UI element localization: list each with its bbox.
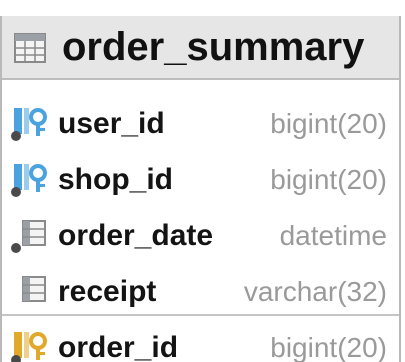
column-name: order_id — [58, 331, 179, 362]
indexed-column-icon — [10, 218, 50, 254]
column-name: receipt — [58, 275, 157, 308]
column-name: user_id — [58, 107, 165, 140]
column-row-receipt[interactable]: receipt varchar(32) — [2, 264, 399, 320]
canvas-margin — [0, 0, 405, 16]
column-type: bigint(20) — [270, 332, 387, 362]
column-row-shop-id[interactable]: shop_id bigint(20) — [2, 152, 399, 208]
table-title: order_summary — [62, 25, 365, 69]
column-type: datetime — [279, 220, 387, 251]
column-row-user-id[interactable]: user_id bigint(20) — [2, 96, 399, 152]
table-grid-icon — [14, 33, 46, 63]
table-header[interactable]: order_summary — [2, 16, 399, 80]
column-row-order-id[interactable]: order_id bigint(20) — [2, 320, 399, 362]
foreign-key-column-icon — [10, 106, 50, 142]
column-icon — [10, 274, 50, 310]
primary-key-divider — [2, 314, 399, 316]
foreign-key-column-icon — [10, 162, 50, 198]
column-type: bigint(20) — [270, 164, 387, 195]
column-row-order-date[interactable]: order_date datetime — [2, 208, 399, 264]
column-type: varchar(32) — [243, 276, 387, 307]
primary-key-column-icon — [10, 330, 50, 362]
column-name: shop_id — [58, 163, 174, 196]
column-type: bigint(20) — [270, 108, 387, 139]
column-name: order_date — [58, 219, 214, 252]
table-node-order-summary[interactable]: order_summary user_id bigint(20) shop_id… — [0, 16, 401, 362]
